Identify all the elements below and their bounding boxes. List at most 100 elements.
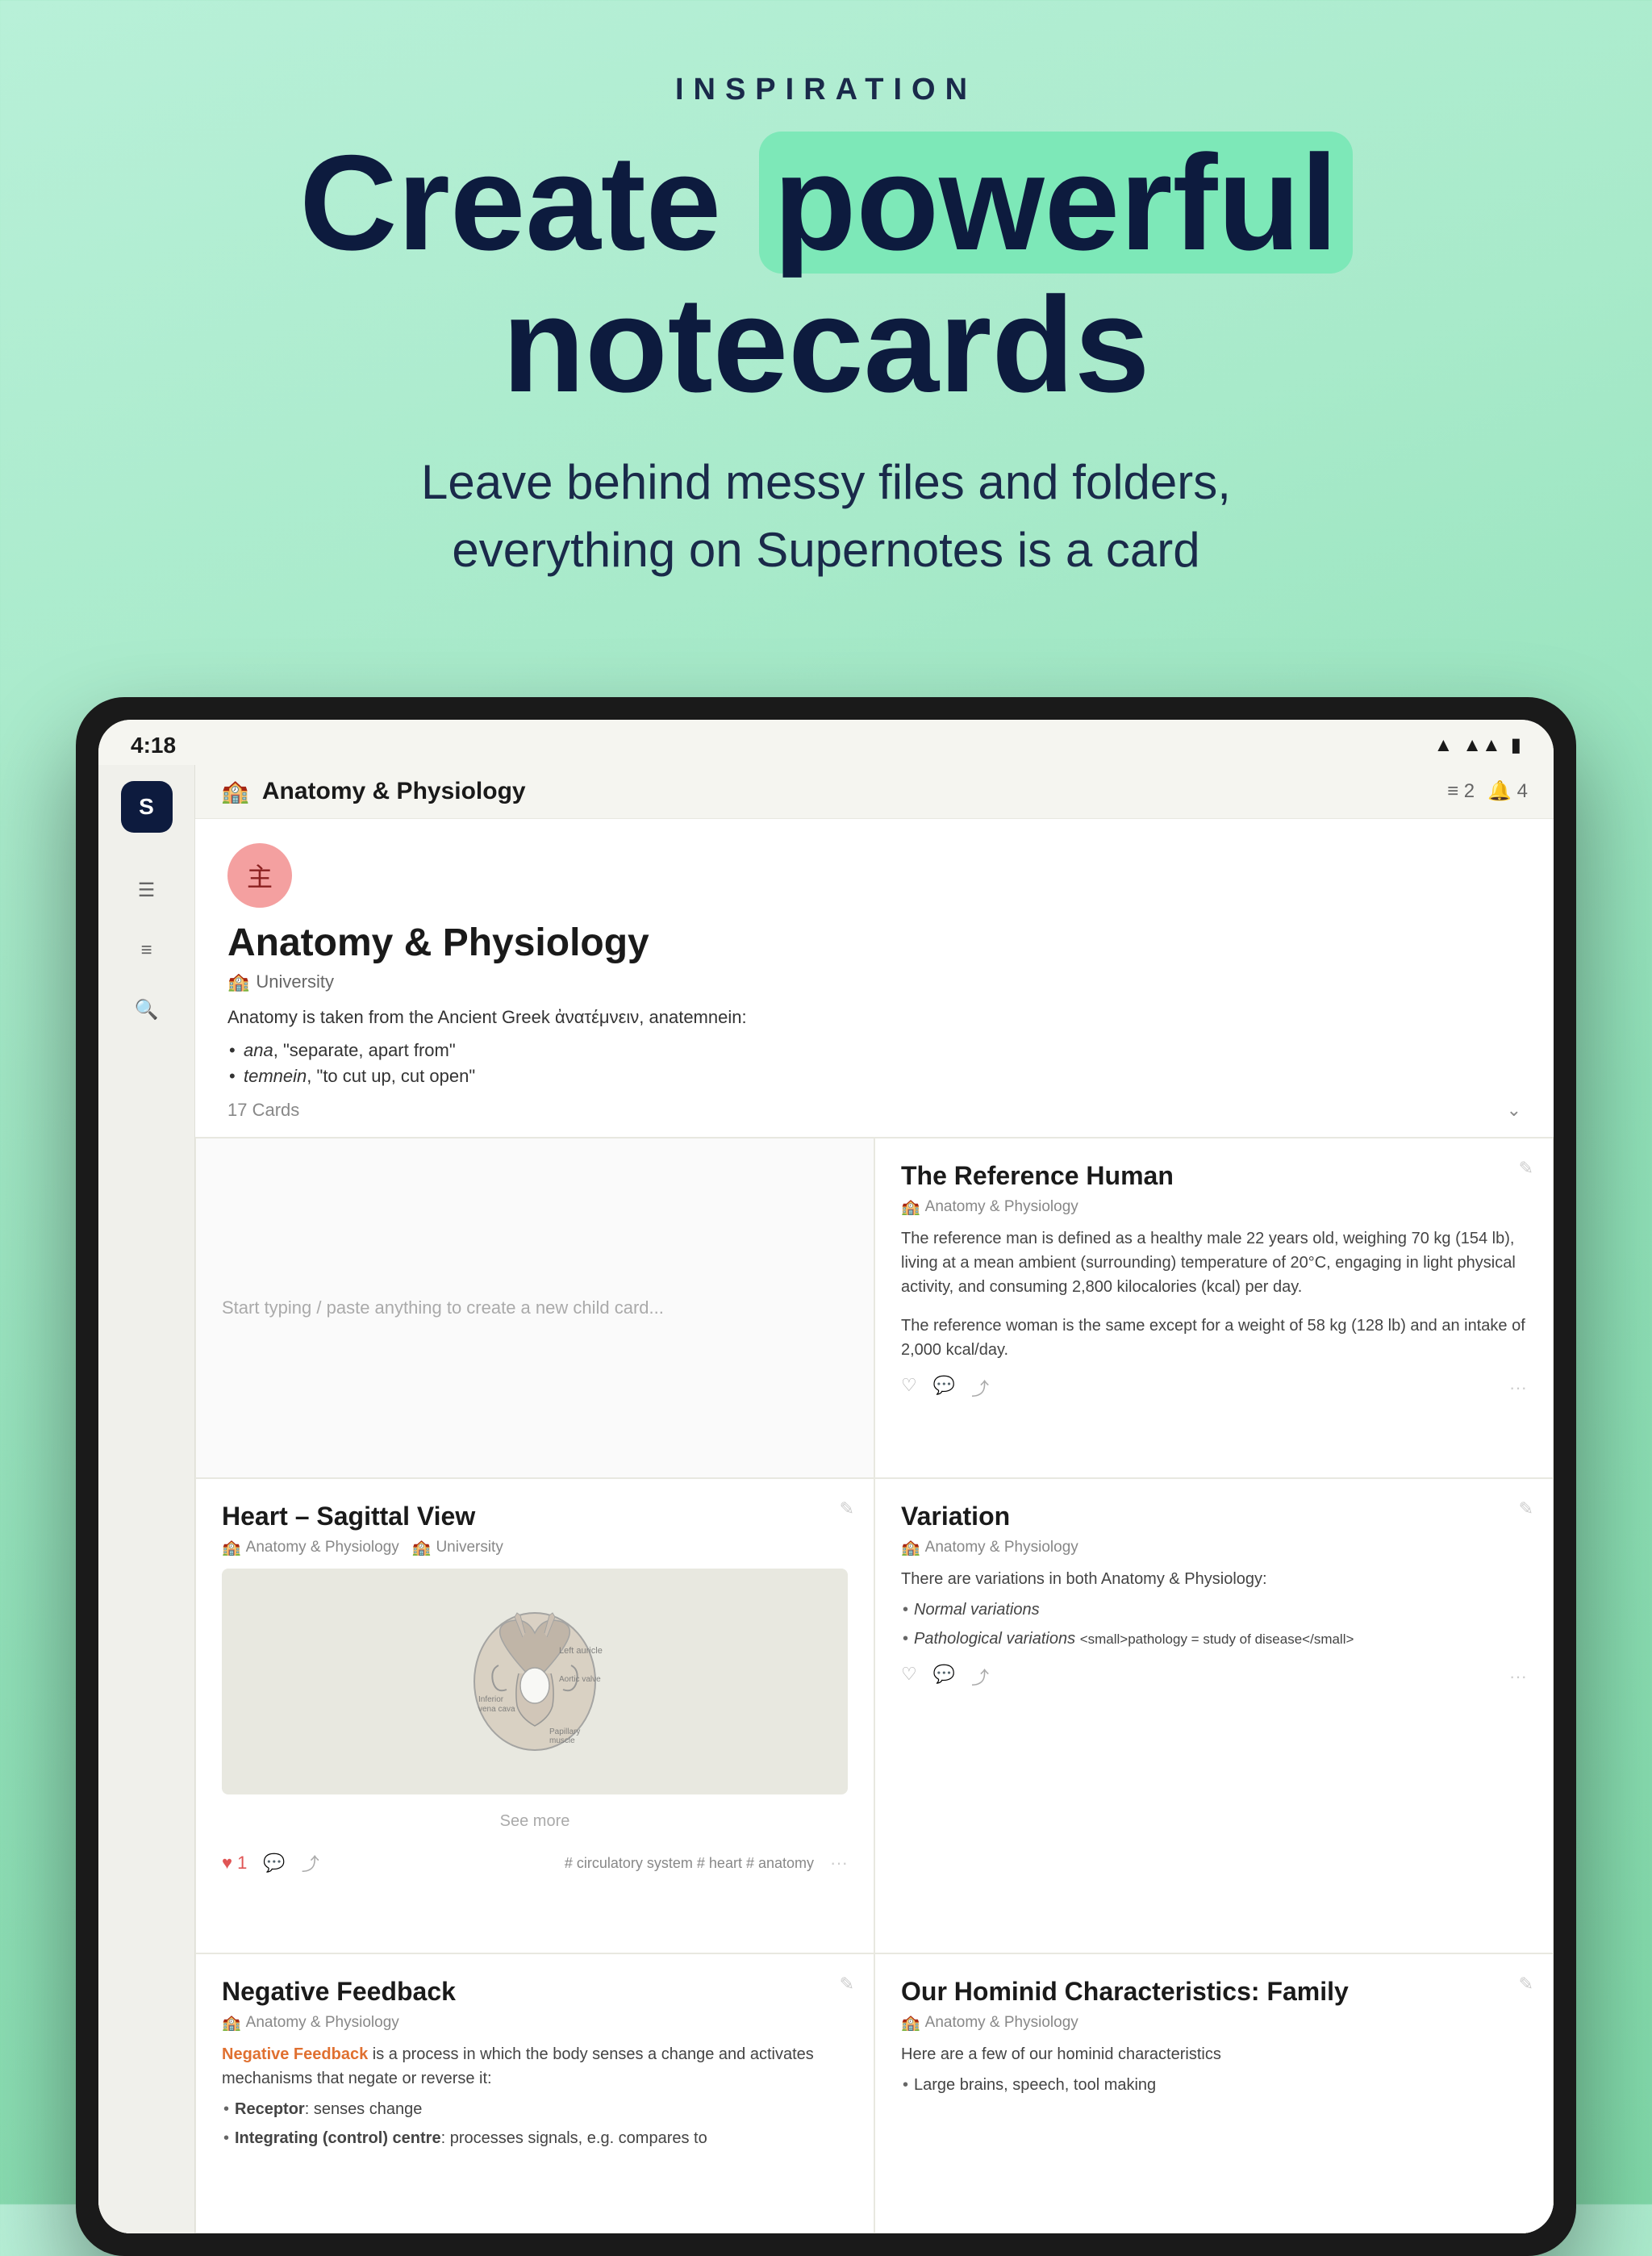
card-header: 主 Anatomy & Physiology 🏫 University Anat… xyxy=(195,819,1554,1138)
inspiration-label: INSPIRATION xyxy=(0,73,1652,107)
svg-text:Left auricle: Left auricle xyxy=(559,1646,603,1656)
negative-feedback-list: Receptor: senses change Integrating (con… xyxy=(222,2097,848,2150)
hominid-card: ✎ Our Hominid Characteristics: Family 🏫 … xyxy=(874,1953,1554,2233)
sidebar-icon-search[interactable]: 🔍 xyxy=(129,992,165,1028)
variation-intro: There are variations in both Anatomy & P… xyxy=(901,1567,1527,1591)
reference-human-more-icon[interactable]: ··· xyxy=(1509,1377,1527,1398)
see-more-label[interactable]: See more xyxy=(222,1806,848,1837)
heart-icon2: 🏫 xyxy=(412,1538,432,1557)
sidebar-icon-menu[interactable]: ☰ xyxy=(129,873,165,909)
card-description: Anatomy is taken from the Ancient Greek … xyxy=(227,1004,1521,1030)
reference-human-body2: The reference woman is the same except f… xyxy=(901,1314,1527,1362)
reference-human-body1: The reference man is defined as a health… xyxy=(901,1226,1527,1299)
heart-card-actions: ♥ 1 💬 ⤴ # circulatory system # heart # a… xyxy=(222,1850,848,1876)
status-icons: ▲ ▲▲ ▮ xyxy=(1434,733,1522,757)
menu-icon: ☰ xyxy=(138,879,156,902)
university-icon: 🏫 xyxy=(227,971,249,992)
hominid-bullet-1: Large brains, speech, tool making xyxy=(914,2073,1527,2097)
negative-feedback-card: ✎ Negative Feedback 🏫 Anatomy & Physiolo… xyxy=(195,1953,874,2233)
wifi-icon: ▲ xyxy=(1434,734,1454,757)
negative-feedback-icon: 🏫 xyxy=(222,2013,241,2032)
svg-text:vena cava: vena cava xyxy=(478,1705,515,1714)
topbar-title: Anatomy & Physiology xyxy=(262,778,1434,805)
signal-icon: ▲▲ xyxy=(1462,734,1501,757)
variation-edit-icon[interactable]: ✎ xyxy=(1519,1498,1533,1519)
subtitle-line1: Leave behind messy files and folders, xyxy=(421,455,1231,509)
search-icon: 🔍 xyxy=(135,998,159,1021)
variation-meta-item: 🏫 Anatomy & Physiology xyxy=(901,1538,1078,1557)
reference-human-edit-icon[interactable]: ✎ xyxy=(1519,1158,1533,1179)
heart-card-share-icon[interactable]: ⤴ xyxy=(302,1850,319,1876)
tablet-wrapper: 4:18 ▲ ▲▲ ▮ S ☰ ≡ xyxy=(0,697,1652,2256)
sidebar-icon-list[interactable]: ≡ xyxy=(129,933,165,968)
negative-feedback-edit-icon[interactable]: ✎ xyxy=(840,1974,854,1995)
negative-feedback-body: Negative Feedback is a process in which … xyxy=(222,2042,848,2091)
new-card-input-area[interactable]: Start typing / paste anything to create … xyxy=(195,1138,874,1478)
expand-icon[interactable]: ⌄ xyxy=(1507,1100,1521,1121)
status-time: 4:18 xyxy=(131,733,176,758)
negative-feedback-meta-item: 🏫 Anatomy & Physiology xyxy=(222,2013,399,2032)
reference-human-actions: ♡ 💬 ⤴ ··· xyxy=(901,1375,1527,1401)
card-avatar: 主 xyxy=(227,843,292,908)
bullet-2: temnein, "to cut up, cut open" xyxy=(244,1066,1521,1087)
hominid-edit-icon[interactable]: ✎ xyxy=(1519,1974,1533,1995)
heart-card-tags: # circulatory system # heart # anatomy xyxy=(565,1855,814,1872)
variation-list: Normal variations Pathological variation… xyxy=(901,1598,1527,1651)
variation-meta: 🏫 Anatomy & Physiology xyxy=(901,1538,1527,1557)
avatar-icon: 主 xyxy=(247,857,273,894)
variation-heart-icon[interactable]: ♡ xyxy=(901,1664,917,1690)
hominid-icon: 🏫 xyxy=(901,2013,920,2032)
topbar-bell[interactable]: 🔔 4 xyxy=(1487,779,1528,803)
top-bar: 🏫 Anatomy & Physiology ≡ 2 🔔 4 xyxy=(195,765,1554,819)
subtitle: Leave behind messy files and folders, ev… xyxy=(0,449,1652,584)
variation-comment-icon[interactable]: 💬 xyxy=(933,1664,955,1690)
variation-bullet-2: Pathological variations <small>pathology… xyxy=(914,1627,1527,1651)
svg-text:Aortic valve: Aortic valve xyxy=(559,1675,601,1684)
variation-more-icon[interactable]: ··· xyxy=(1509,1666,1527,1687)
negative-feedback-term: Negative Feedback xyxy=(222,2045,368,2063)
card-bullet-list: ana, "separate, apart from" temnein, "to… xyxy=(227,1040,1521,1087)
hero-section: INSPIRATION Create powerful notecards Le… xyxy=(0,0,1652,697)
variation-icon: 🏫 xyxy=(901,1538,920,1557)
sidebar: S ☰ ≡ 🔍 xyxy=(98,765,195,2233)
reference-human-left-actions: ♡ 💬 ⤴ xyxy=(901,1375,989,1401)
hominid-list: Large brains, speech, tool making xyxy=(901,2073,1527,2097)
variation-card: ✎ Variation 🏫 Anatomy & Physiology There… xyxy=(874,1478,1554,1953)
heart-icon1: 🏫 xyxy=(222,1538,241,1557)
heart-meta2: 🏫 University xyxy=(412,1538,503,1557)
sidebar-logo[interactable]: S xyxy=(121,781,173,833)
list-icon: ≡ xyxy=(140,939,152,962)
main-content: 🏫 Anatomy & Physiology ≡ 2 🔔 4 主 xyxy=(195,765,1554,2233)
heart-card-edit-icon[interactable]: ✎ xyxy=(840,1498,854,1519)
ref-icon: 🏫 xyxy=(901,1197,920,1217)
heart-likes-count: 1 xyxy=(237,1853,247,1874)
topbar-filter-badge[interactable]: ≡ 2 xyxy=(1447,780,1475,803)
reference-human-share-icon[interactable]: ⤴ xyxy=(971,1375,989,1401)
cards-count-label: 17 Cards xyxy=(227,1100,299,1121)
heart-card-meta: 🏫 Anatomy & Physiology 🏫 University xyxy=(222,1538,848,1557)
variation-meta-text: Anatomy & Physiology xyxy=(925,1539,1078,1556)
negative-feedback-meta-text: Anatomy & Physiology xyxy=(246,2014,399,2032)
heart-card-comment-icon[interactable]: 💬 xyxy=(263,1853,285,1874)
variation-actions: ♡ 💬 ⤴ ··· xyxy=(901,1664,1527,1690)
heart-card-title: Heart – Sagittal View xyxy=(222,1502,848,1531)
tablet-frame: 4:18 ▲ ▲▲ ▮ S ☰ ≡ xyxy=(76,697,1576,2256)
variation-share-icon[interactable]: ⤴ xyxy=(971,1664,989,1690)
reference-human-heart-icon[interactable]: ♡ xyxy=(901,1375,917,1401)
app-layout: S ☰ ≡ 🔍 🏫 xyxy=(98,765,1554,2233)
headline: Create powerful notecards xyxy=(0,132,1652,416)
bullet-1: ana, "separate, apart from" xyxy=(244,1040,1521,1061)
cards-grid: Start typing / paste anything to create … xyxy=(195,1138,1554,2233)
university-label: University xyxy=(256,971,334,992)
negative-feedback-title: Negative Feedback xyxy=(222,1977,848,2007)
hominid-intro: Here are a few of our hominid characteri… xyxy=(901,2042,1527,2066)
logo-letter: S xyxy=(139,794,154,820)
svg-text:Inferior: Inferior xyxy=(478,1695,504,1704)
battery-icon: ▮ xyxy=(1511,733,1521,757)
variation-bullet-1: Normal variations xyxy=(914,1598,1527,1622)
reference-human-comment-icon[interactable]: 💬 xyxy=(933,1375,955,1401)
new-card-placeholder: Start typing / paste anything to create … xyxy=(222,1297,664,1318)
heart-card-like-icon[interactable]: ♥ 1 xyxy=(222,1853,247,1874)
reference-human-title: The Reference Human xyxy=(901,1161,1527,1191)
heart-card-more-icon[interactable]: ··· xyxy=(830,1853,848,1874)
